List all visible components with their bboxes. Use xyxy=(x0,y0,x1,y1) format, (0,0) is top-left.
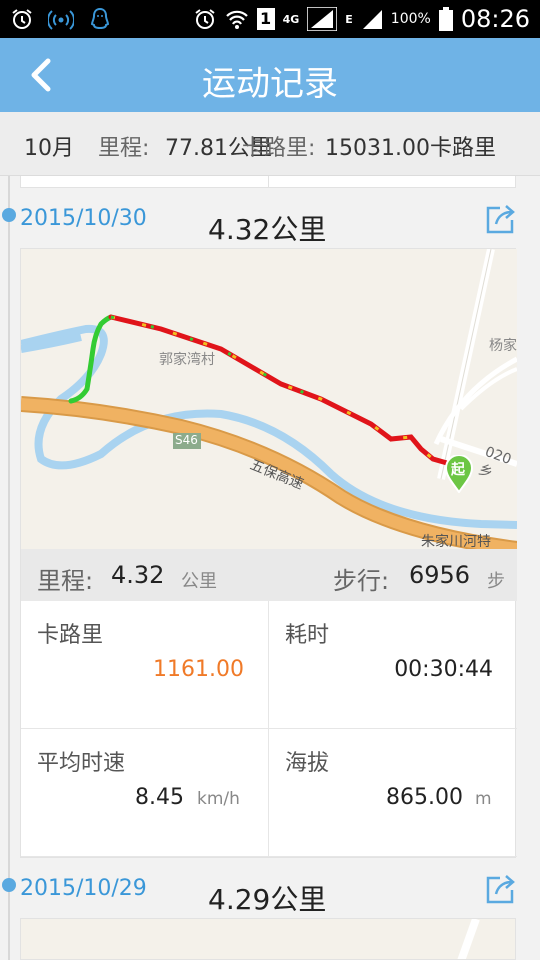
timeline-dot xyxy=(2,208,16,222)
duration-cell: 耗时 00:30:44 xyxy=(269,601,517,729)
speed-label: 平均时速 xyxy=(37,751,126,776)
share-button[interactable] xyxy=(484,202,518,236)
signal-strength-icon xyxy=(307,7,338,31)
map-label-village-right: 杨家 xyxy=(489,338,517,354)
status-right-icons: 1 4G E 100% 08:26 xyxy=(193,5,530,33)
start-marker-label: 起 xyxy=(451,462,465,478)
altitude-cell: 海拔 865.00 m xyxy=(269,729,517,857)
mileage-unit: 公里 xyxy=(181,571,217,592)
map-label-bottom-road: 朱家川河特 xyxy=(421,534,491,549)
share-button[interactable] xyxy=(484,872,518,906)
timeline-line xyxy=(8,176,10,960)
sim-number: 1 xyxy=(256,8,275,30)
speed-cell: 平均时速 8.45 km/h xyxy=(21,729,269,857)
record-distance: 4.29公里 xyxy=(208,883,327,916)
steps-label: 步行: xyxy=(333,567,390,595)
map-graphics xyxy=(21,249,517,549)
clock: 08:26 xyxy=(460,5,530,33)
steps-unit: 步 xyxy=(487,571,505,592)
record-date: 2015/10/29 xyxy=(20,876,147,901)
previous-record-card xyxy=(20,176,516,188)
share-icon xyxy=(486,205,515,234)
wifi-icon xyxy=(225,10,248,29)
summary-calorie-label: 卡路里: xyxy=(242,136,316,161)
share-icon xyxy=(486,875,515,904)
route-map[interactable]: 郭家湾村 杨家 S46 五保高速 020乡 朱家川河特 起 xyxy=(21,249,517,549)
speed-unit: km/h xyxy=(197,789,240,809)
calorie-cell: 卡路里 1161.00 xyxy=(21,601,269,729)
app-header: 运动记录 xyxy=(0,38,540,112)
start-marker[interactable]: 起 xyxy=(444,454,474,494)
map-label-village: 郭家湾村 xyxy=(159,352,215,368)
network-type: 4G xyxy=(282,12,300,26)
signal-strength-2-icon xyxy=(362,10,382,29)
divider xyxy=(268,176,269,188)
calorie-value: 1161.00 xyxy=(153,657,244,682)
mileage-label: 里程: xyxy=(37,567,94,595)
record-stats-bar: 里程: 4.32 公里 步行: 6956 步 xyxy=(21,549,517,601)
record-card[interactable]: 郭家湾村 杨家 S46 五保高速 020乡 朱家川河特 起 里程: 4.32 公… xyxy=(20,248,517,858)
data-mode: E xyxy=(345,12,353,26)
altitude-label: 海拔 xyxy=(285,751,330,776)
altitude-value: 865.00 xyxy=(386,785,463,810)
duration-value: 00:30:44 xyxy=(394,657,493,682)
steps-value: 6956 xyxy=(409,561,471,589)
status-left-icons xyxy=(10,5,112,33)
timeline-dot xyxy=(2,878,16,892)
wifi-hotspot-icon xyxy=(48,10,74,30)
monthly-summary: 10月 里程: 77.81公里 卡路里: 15031.00卡路里 xyxy=(0,112,540,176)
mileage-value: 4.32 xyxy=(111,561,165,589)
qq-icon xyxy=(90,7,110,30)
speed-value: 8.45 xyxy=(135,785,184,810)
map-graphics xyxy=(457,919,480,959)
map-label-s46: S46 xyxy=(175,433,198,447)
summary-month: 10月 xyxy=(24,136,74,161)
battery-icon xyxy=(438,7,453,31)
alarm-clock-icon xyxy=(194,9,215,29)
calorie-label: 卡路里 xyxy=(37,623,104,648)
route-map[interactable] xyxy=(20,918,516,960)
record-distance: 4.32公里 xyxy=(208,213,327,246)
alarm-icon xyxy=(12,9,32,29)
altitude-unit: m xyxy=(475,789,492,809)
summary-calorie-value: 15031.00卡路里 xyxy=(325,136,496,161)
duration-label: 耗时 xyxy=(285,623,330,648)
status-bar: 1 4G E 100% 08:26 xyxy=(0,0,540,38)
record-date: 2015/10/30 xyxy=(20,206,147,231)
page-title: 运动记录 xyxy=(202,64,338,104)
summary-mileage-label: 里程: xyxy=(98,136,150,161)
battery-percent: 100% xyxy=(390,11,431,27)
